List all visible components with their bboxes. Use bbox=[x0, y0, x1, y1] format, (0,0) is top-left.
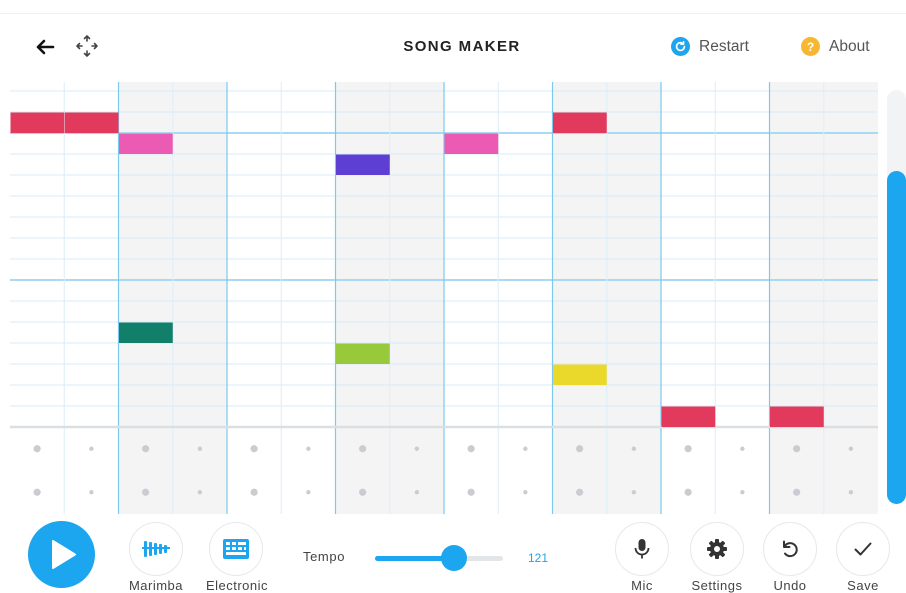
percussion-dot bbox=[142, 445, 150, 453]
electronic-label: Electronic bbox=[205, 578, 269, 593]
percussion-dot bbox=[848, 446, 854, 451]
settings-button[interactable] bbox=[690, 522, 744, 576]
percussion-dot bbox=[740, 490, 745, 495]
percussion-dot bbox=[523, 490, 528, 495]
percussion-dot bbox=[631, 490, 637, 495]
about-button[interactable]: ? About bbox=[801, 37, 870, 56]
percussion-dot bbox=[576, 488, 584, 496]
percussion-dot bbox=[197, 490, 203, 495]
note-grid[interactable] bbox=[10, 82, 880, 514]
play-button[interactable] bbox=[28, 521, 95, 588]
note-block bbox=[661, 406, 716, 427]
percussion-dot bbox=[631, 446, 637, 451]
note-block bbox=[119, 133, 173, 154]
percussion-dot bbox=[414, 490, 420, 495]
mic-icon bbox=[634, 539, 650, 559]
undo-label: Undo bbox=[773, 578, 807, 593]
question-icon: ? bbox=[801, 37, 820, 56]
restart-icon bbox=[671, 37, 690, 56]
marimba-icon bbox=[142, 541, 170, 557]
percussion-dot bbox=[740, 446, 745, 451]
save-button[interactable] bbox=[836, 522, 890, 576]
percussion-dot bbox=[523, 446, 528, 451]
about-label: About bbox=[829, 37, 870, 55]
undo-button[interactable] bbox=[763, 522, 817, 576]
percussion-dot bbox=[576, 445, 584, 453]
percussion-dot bbox=[684, 488, 692, 496]
percussion-dot bbox=[33, 445, 41, 453]
note-block bbox=[444, 133, 499, 154]
percussion-dot bbox=[250, 488, 258, 496]
tempo-slider[interactable] bbox=[375, 545, 503, 571]
note-block bbox=[553, 364, 607, 385]
percussion-dot bbox=[467, 445, 475, 453]
top-divider bbox=[0, 13, 906, 14]
mic-button[interactable] bbox=[615, 522, 669, 576]
percussion-dot bbox=[684, 445, 692, 453]
save-label: Save bbox=[847, 578, 879, 593]
mic-label: Mic bbox=[631, 578, 653, 593]
marimba-button[interactable] bbox=[129, 522, 183, 576]
note-block bbox=[553, 112, 607, 133]
percussion-dot bbox=[197, 446, 203, 451]
play-icon bbox=[52, 540, 76, 569]
percussion-dot bbox=[250, 445, 258, 453]
electronic-button[interactable] bbox=[209, 522, 263, 576]
electronic-drum-icon bbox=[223, 539, 249, 559]
marimba-label: Marimba bbox=[128, 578, 184, 593]
settings-label: Settings bbox=[691, 578, 743, 593]
percussion-dot bbox=[414, 446, 420, 451]
tempo-label: Tempo bbox=[303, 549, 346, 564]
note-block bbox=[336, 154, 390, 175]
top-bar: SONG MAKER Restart ? About bbox=[0, 0, 906, 82]
percussion-dot bbox=[793, 445, 801, 453]
percussion-dot bbox=[89, 490, 94, 495]
note-block bbox=[770, 406, 824, 427]
percussion-dot bbox=[306, 490, 311, 495]
checkmark-icon bbox=[854, 542, 872, 556]
percussion-dot bbox=[89, 446, 94, 451]
undo-icon bbox=[783, 540, 798, 558]
percussion-dot bbox=[142, 488, 150, 496]
percussion-dot bbox=[33, 488, 41, 496]
scrollbar-thumb[interactable] bbox=[887, 171, 906, 504]
percussion-dot bbox=[359, 445, 367, 453]
note-block bbox=[64, 112, 119, 133]
percussion-dot bbox=[467, 488, 475, 496]
note-block bbox=[336, 343, 390, 364]
note-grid-canvas[interactable] bbox=[10, 82, 880, 514]
percussion-dot bbox=[306, 446, 311, 451]
note-block bbox=[119, 322, 173, 343]
restart-label: Restart bbox=[699, 37, 749, 55]
gear-icon bbox=[707, 539, 727, 559]
percussion-dot bbox=[793, 488, 801, 496]
percussion-dot bbox=[359, 488, 367, 496]
page-title: SONG MAKER bbox=[403, 38, 521, 55]
restart-button[interactable]: Restart bbox=[671, 37, 749, 56]
note-block bbox=[10, 112, 65, 133]
tempo-value: 121 bbox=[528, 551, 549, 565]
percussion-dot bbox=[848, 490, 854, 495]
